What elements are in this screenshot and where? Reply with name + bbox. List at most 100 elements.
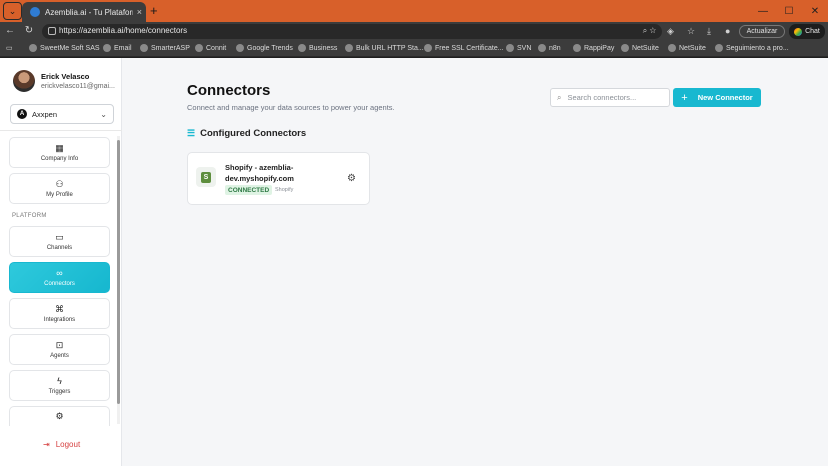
extensions-icon[interactable]: ◈ — [667, 26, 674, 37]
new-connector-button[interactable]: + New Connector — [673, 88, 761, 107]
zap-icon: ϟ — [57, 376, 62, 386]
sheets-icon — [715, 44, 723, 52]
email-icon — [103, 44, 111, 52]
browser-tab-active[interactable]: Azembliа.ai - Tu Plataforma de Ap × — [22, 2, 146, 22]
bookmark-item[interactable]: Connit — [195, 44, 226, 52]
bookmark-item[interactable]: Business — [298, 44, 337, 52]
avatar[interactable] — [13, 70, 35, 92]
sidebar-item-integrations[interactable]: ⌘ Integrations — [9, 298, 110, 329]
logout-button[interactable]: ⇥ Logout — [43, 440, 80, 449]
download-icon[interactable]: ⤓ — [707, 26, 711, 37]
search-field[interactable]: ⌕ — [550, 88, 670, 107]
bookmark-label: Email — [114, 44, 132, 52]
bookmarks-bar: ▭ SweetMe Soft SAS Email SmarterASP Conn… — [0, 41, 828, 57]
sidebar-scroll-thumb[interactable] — [117, 140, 120, 404]
sidebar-item-label: Agents — [50, 353, 69, 359]
divider — [0, 130, 122, 131]
network-icon: ⌘ — [55, 304, 64, 314]
rappi-icon — [573, 44, 581, 52]
site-info-icon[interactable] — [48, 27, 56, 35]
user-icon: ⚇ — [55, 179, 64, 189]
bookmark-item[interactable]: Email — [103, 44, 132, 52]
gear-icon[interactable]: ⚙ — [347, 173, 356, 184]
sidebar-item-agents[interactable]: ⊡ Agents — [9, 334, 110, 365]
user-name: Erick Velasco — [41, 72, 90, 81]
update-button[interactable]: Actualizar — [739, 25, 785, 38]
section-label-platform: PLATFORM — [12, 213, 47, 219]
status-badge: CONNECTED — [225, 185, 273, 195]
favorites-icon[interactable]: ☆ — [687, 26, 695, 37]
user-email: erickvelasco11@gmai... — [41, 83, 115, 90]
org-name: Axxpen — [32, 109, 58, 119]
sidebar-item-label: Integrations — [43, 317, 76, 323]
bookmark-label: n8n — [549, 44, 561, 52]
app-container: Erick Velasco erickvelasco11@gmai... A A… — [0, 58, 828, 466]
section-title: Configured Connectors — [200, 128, 307, 139]
sidebar-item-channels[interactable]: ▭ Channels — [9, 226, 110, 257]
sidebar-item-label: My Profile — [46, 192, 73, 198]
bookmark-label: NetSuite — [632, 44, 659, 52]
search-icon: ⌕ — [557, 92, 562, 102]
bookmark-item[interactable]: RappiPay — [573, 44, 614, 52]
sidebar-item-label: Connectors — [44, 281, 75, 287]
shopify-logo-icon: S — [196, 167, 216, 187]
link-icon: ∞ — [56, 268, 63, 278]
organization-select[interactable]: A Axxpen ⌄ — [10, 104, 114, 124]
bookmark-item[interactable]: NetSuite — [668, 44, 706, 52]
bookmark-label: Business — [309, 44, 338, 52]
bookmark-item[interactable]: Google Trends — [236, 44, 293, 52]
bookmark-item[interactable]: Free SSL Certificate... — [424, 44, 504, 52]
site-icon — [195, 44, 203, 52]
profile-icon[interactable]: ● — [725, 26, 730, 36]
bookmark-item[interactable]: SweetMe Soft SAS — [29, 44, 100, 52]
sidebar-item-label: Company Info — [40, 156, 79, 162]
sidebar-item-triggers[interactable]: ϟ Triggers — [9, 370, 110, 401]
page-subtitle: Connect and manage your data sources to … — [187, 103, 395, 112]
bookmark-label: Seguimiento a pro... — [726, 44, 789, 52]
browser-titlebar: ⌄ Azembliа.ai - Tu Plataforma de Ap × + … — [0, 0, 828, 22]
google-icon — [29, 44, 37, 52]
bookmark-item[interactable]: NetSuite — [621, 44, 659, 52]
bookmark-star-icon[interactable]: ⌕ ☆ — [643, 26, 656, 36]
page-title: Connectors — [187, 82, 271, 99]
netsuite-icon — [668, 44, 676, 52]
tab-search-button[interactable]: ⌄ — [3, 2, 22, 20]
bookmark-label: NetSuite — [679, 44, 706, 52]
bookmark-label: SVN — [517, 44, 532, 52]
apps-icon[interactable]: ▭ — [6, 44, 13, 52]
bookmark-item[interactable]: Seguimiento a pro... — [715, 44, 789, 52]
back-icon[interactable]: ← — [3, 25, 17, 36]
bookmark-label: RappiPay — [584, 44, 615, 52]
search-input[interactable] — [567, 93, 658, 102]
maximize-icon[interactable]: ☐ — [776, 0, 802, 22]
connector-type: Shopify — [275, 187, 294, 193]
bookmark-item[interactable]: SmarterASP — [140, 44, 190, 52]
bookmark-item[interactable]: SVN — [506, 44, 531, 52]
close-icon[interactable]: × — [137, 7, 142, 17]
reload-icon[interactable]: ↻ — [22, 25, 36, 36]
minimize-icon[interactable]: — — [750, 0, 776, 22]
address-bar[interactable]: https://azemblia.ai/home/connectors ⌕ ☆ — [42, 24, 662, 39]
bookmark-label: SmarterASP — [151, 44, 190, 52]
connector-name: Shopify - azemblia-dev.myshopify.com — [225, 163, 294, 183]
tab-title: Azembliа.ai - Tu Plataforma de Ap — [45, 7, 133, 17]
connector-card[interactable]: S Shopify - azemblia-dev.myshopify.com C… — [187, 152, 370, 205]
gear-icon: ⚙ — [55, 411, 64, 421]
chevron-down-icon: ⌄ — [100, 109, 107, 119]
logout-label: Logout — [55, 440, 81, 449]
sidebar-item-settings[interactable]: ⚙ — [9, 406, 110, 426]
plus-icon: + — [681, 91, 688, 104]
chat-button[interactable]: Chat — [789, 24, 825, 39]
bookmark-item[interactable]: Bulk URL HTTP Sta... — [345, 44, 424, 52]
new-tab-button[interactable]: + — [150, 3, 158, 19]
chat-label: Chat — [805, 28, 820, 35]
ssl-icon — [424, 44, 432, 52]
close-window-icon[interactable]: ✕ — [802, 0, 828, 22]
sidebar-item-connectors[interactable]: ∞ Connectors — [9, 262, 110, 293]
new-connector-label: New Connector — [697, 93, 753, 102]
bookmark-label: Free SSL Certificate... — [435, 44, 504, 52]
sidebar-item-company-info[interactable]: ▦ Company Info — [9, 137, 110, 168]
bookmark-item[interactable]: n8n — [538, 44, 561, 52]
sidebar: Erick Velasco erickvelasco11@gmai... A A… — [0, 58, 122, 466]
sidebar-item-my-profile[interactable]: ⚇ My Profile — [9, 173, 110, 204]
